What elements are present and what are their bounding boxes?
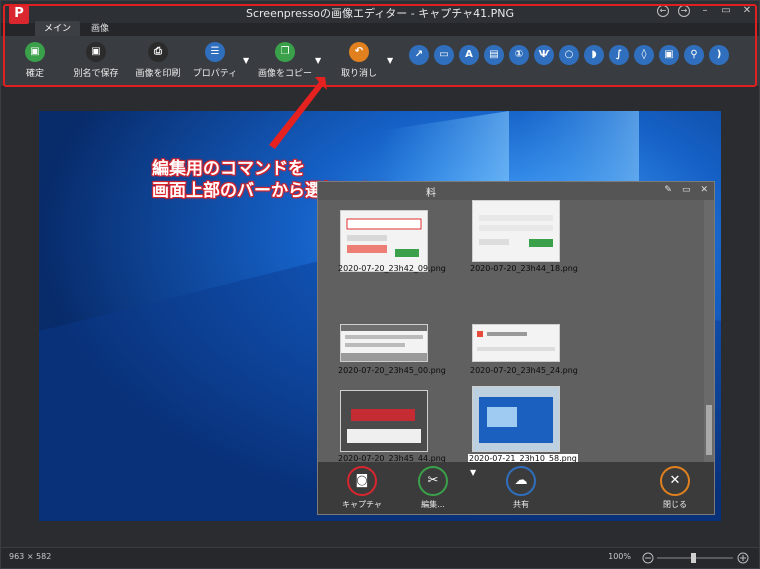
thumbnail-grid: 2020-07-20_23h42_09.png 2020-07-20_23h44… — [318, 200, 704, 463]
close-x-icon: ✕ — [660, 466, 690, 496]
thumbnail-caption: 2020-07-20_23h44_18.png — [470, 264, 578, 273]
thumbnail-caption: 2020-07-20_23h45_00.png — [338, 366, 446, 375]
thumbnail-scrollbar[interactable] — [704, 200, 714, 462]
capture-panel-actions: ◙ キャプチャ ✂ 編集... ▼ ☁ 共有 ✕ 閉じる — [318, 462, 714, 514]
thumbnail[interactable] — [472, 324, 560, 362]
thumbnail-caption: 2020-07-20_23h42_09.png — [338, 264, 446, 273]
camera-icon: ◙ — [346, 466, 377, 496]
edit-button[interactable]: ✂ 編集... — [418, 466, 448, 510]
share-label: 共有 — [513, 500, 529, 509]
thumbnail[interactable] — [340, 210, 428, 272]
image-dimensions: 963 × 582 — [9, 552, 52, 561]
panel-close-icon[interactable]: ✕ — [700, 185, 708, 195]
panel-minimize-icon[interactable]: ▭ — [682, 185, 691, 195]
tools-icon: ✂ — [418, 466, 448, 496]
pointer-arrow-icon — [269, 77, 327, 149]
capture-panel-window: 料 ✎ ▭ ✕ 2020-07-20_23h42_09.png 2020-07-… — [317, 181, 715, 515]
zoom-slider[interactable] — [641, 551, 751, 565]
close-panel-button[interactable]: ✕ 閉じる — [660, 466, 690, 510]
wrench-icon[interactable]: ✎ — [664, 185, 672, 195]
share-button[interactable]: ☁ 共有 — [506, 466, 536, 510]
thumbnail[interactable] — [340, 390, 428, 452]
thumbnail[interactable] — [472, 200, 560, 262]
cloud-upload-icon: ☁ — [506, 466, 536, 496]
editor-window: P Screenpressoの画像エディター - キャプチャ41.PNG ← →… — [0, 0, 760, 569]
edit-dropdown-icon[interactable]: ▼ — [470, 468, 476, 477]
capture-panel-title: 料 — [426, 188, 436, 199]
thumbnail[interactable] — [340, 324, 428, 362]
capture-panel-controls: ✎ ▭ ✕ — [664, 185, 708, 195]
capture-label: キャプチャ — [342, 500, 382, 509]
close-panel-label: 閉じる — [663, 500, 687, 509]
status-bar: 963 × 582 100% — [1, 547, 759, 568]
capture-button[interactable]: ◙ キャプチャ — [342, 466, 382, 510]
scrollbar-thumb[interactable] — [706, 405, 712, 455]
toolbar-highlight-frame — [3, 4, 757, 87]
annotation-line-1: 編集用のコマンドを — [152, 159, 305, 179]
zoom-level: 100% — [608, 552, 631, 561]
capture-panel-titlebar[interactable]: 料 ✎ ▭ ✕ — [318, 182, 714, 200]
edit-label: 編集... — [421, 500, 445, 509]
thumbnail[interactable] — [472, 386, 560, 452]
thumbnail-caption: 2020-07-20_23h45_24.png — [470, 366, 578, 375]
